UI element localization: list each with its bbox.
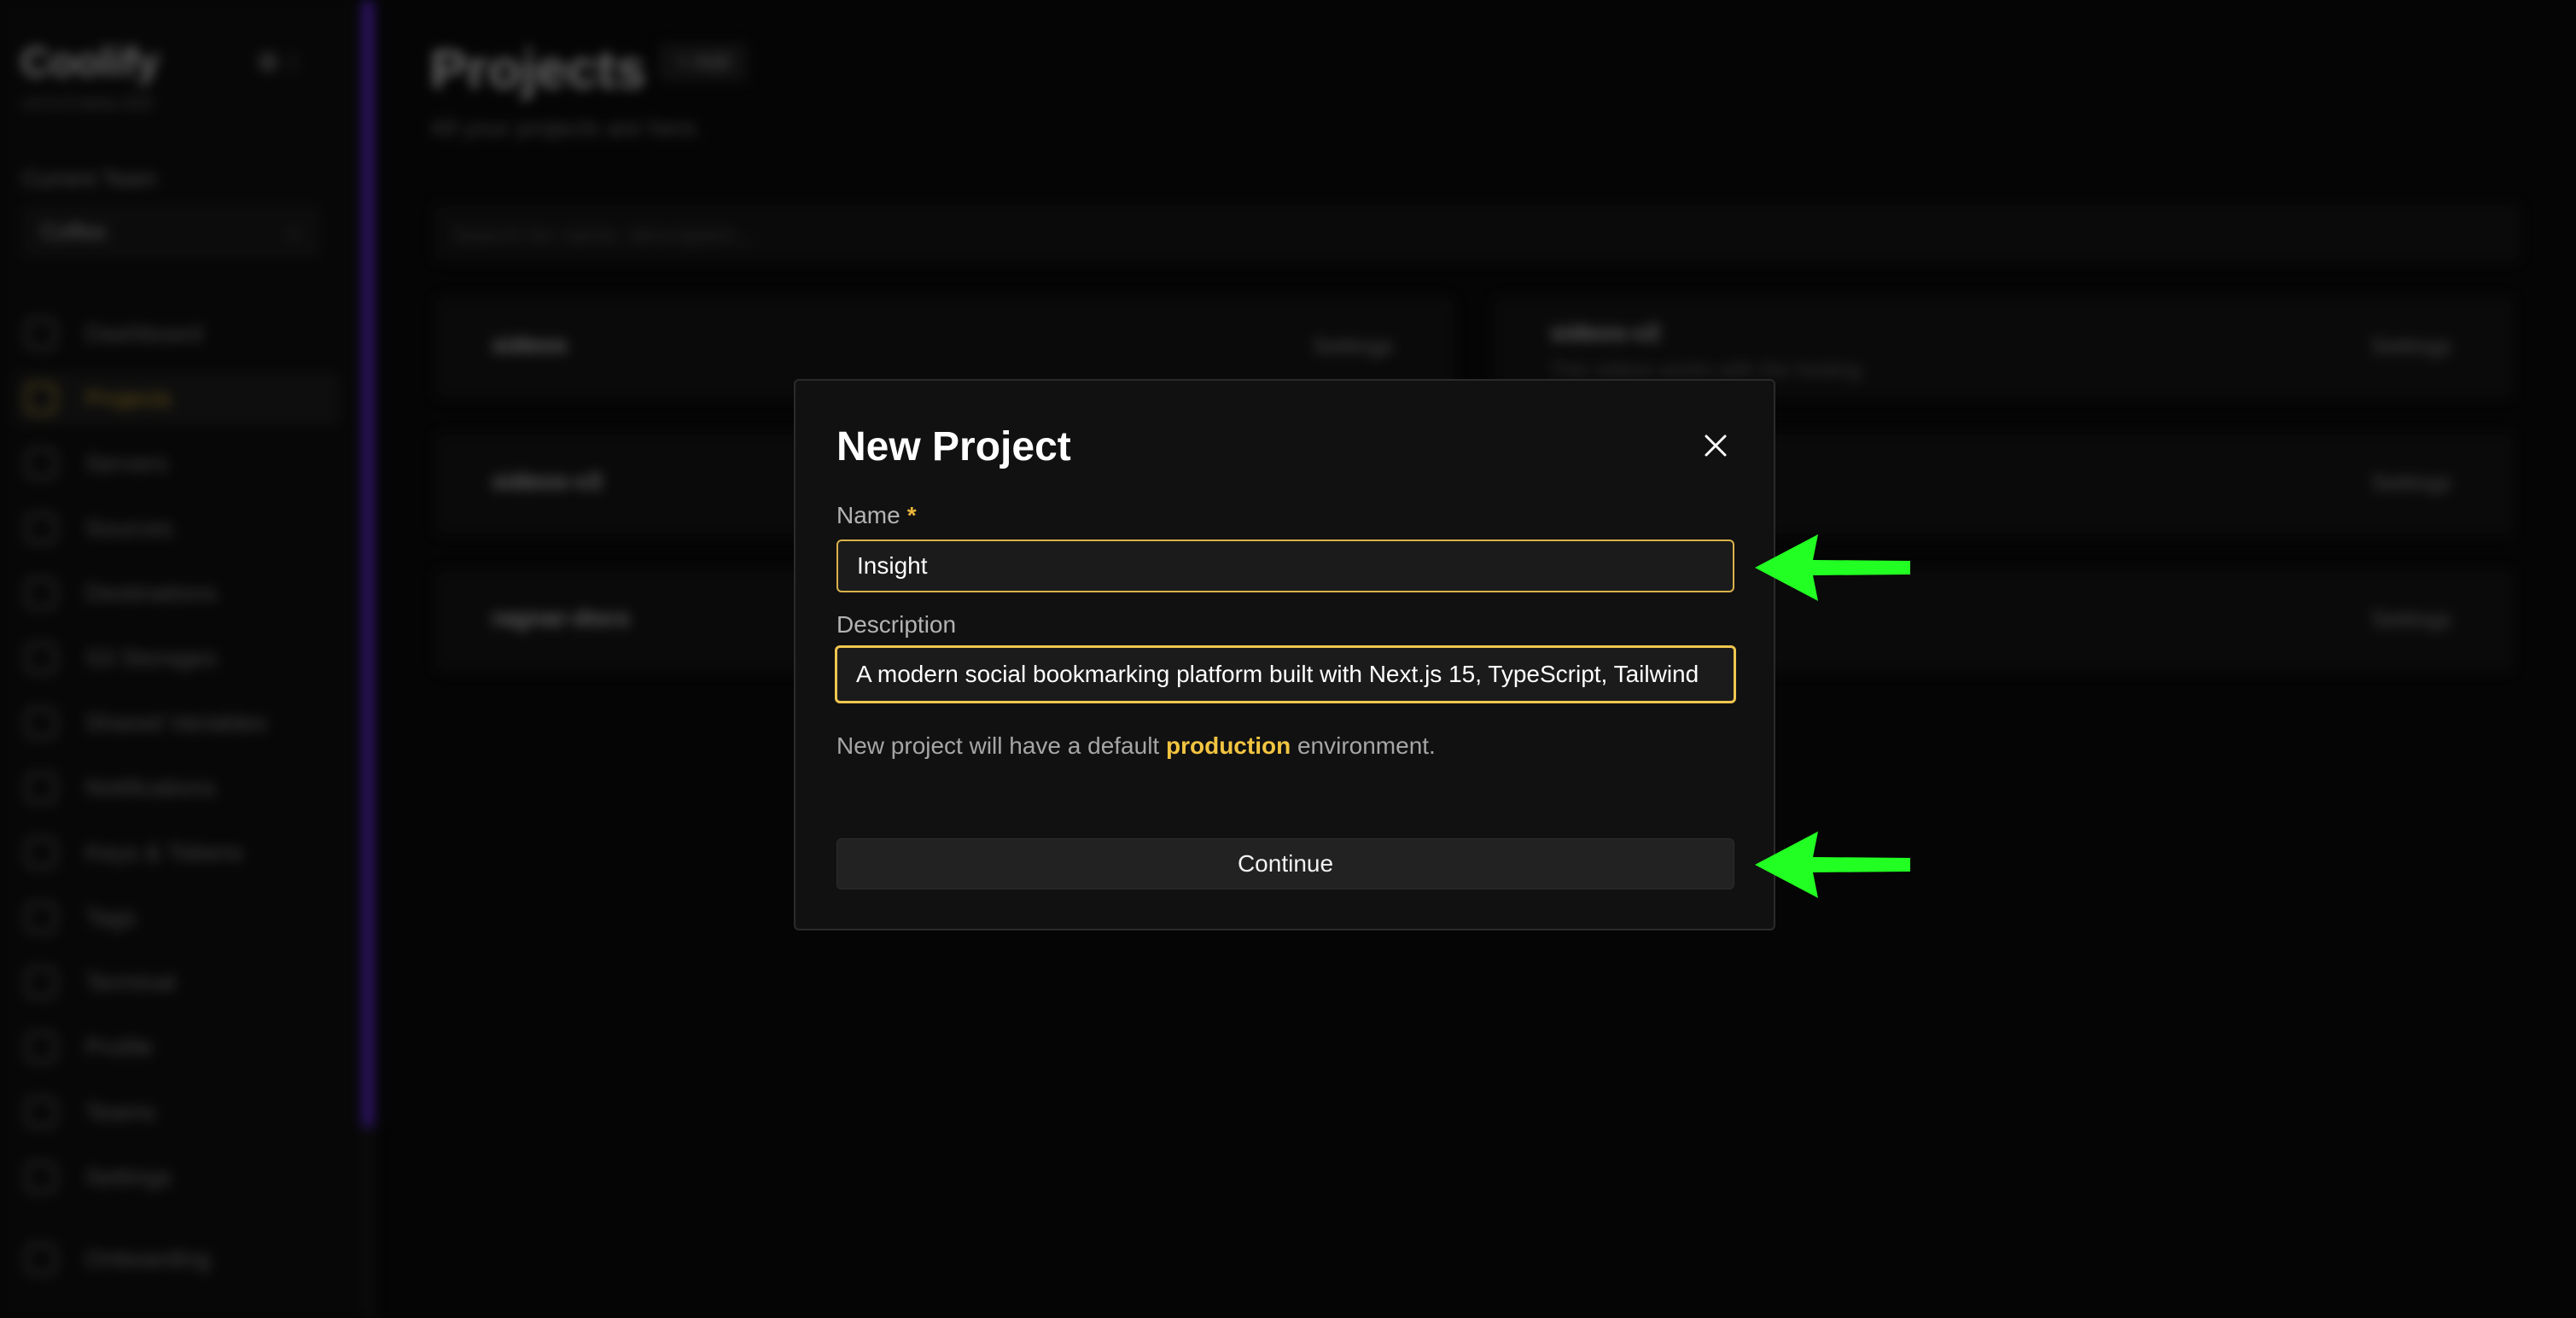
environment-hint: New project will have a default producti… bbox=[836, 732, 1436, 760]
continue-button[interactable]: Continue bbox=[836, 838, 1734, 889]
close-button[interactable] bbox=[1697, 427, 1734, 464]
close-icon bbox=[1705, 434, 1727, 457]
description-label: Description bbox=[836, 611, 957, 638]
description-input[interactable]: A modern social bookmarking platform bui… bbox=[835, 645, 1736, 703]
name-label-text: Name bbox=[836, 502, 900, 528]
required-indicator: * bbox=[906, 502, 917, 528]
name-input-value: Insight bbox=[857, 552, 928, 579]
modal-title: New Project bbox=[836, 424, 1071, 469]
name-label: Name * bbox=[836, 502, 917, 529]
hint-text: New project will have a default bbox=[836, 732, 1166, 759]
environment-name: production bbox=[1165, 732, 1291, 759]
arrow-left-icon bbox=[1755, 534, 1910, 601]
new-project-modal: New Project Name * Insight Description A … bbox=[794, 379, 1775, 930]
description-input-value: A modern social bookmarking platform bui… bbox=[856, 661, 1699, 687]
arrow-left-icon bbox=[1755, 831, 1910, 898]
hint-text-end: environment. bbox=[1291, 732, 1436, 759]
name-input[interactable]: Insight bbox=[836, 539, 1734, 592]
